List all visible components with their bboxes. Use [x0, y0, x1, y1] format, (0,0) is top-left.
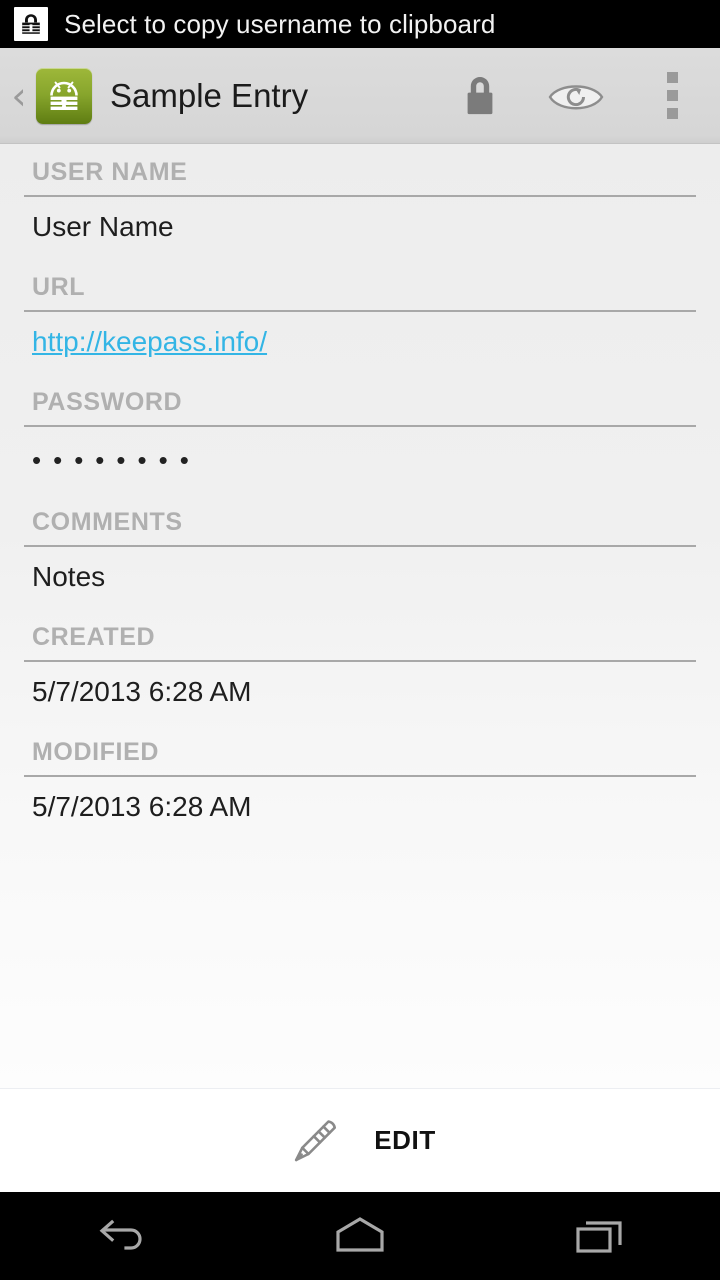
field-value-masked[interactable]: ••••••••	[0, 427, 720, 494]
field-comments[interactable]: COMMENTS Notes	[0, 494, 720, 609]
keepass-lock-icon	[14, 7, 48, 41]
field-username[interactable]: USER NAME User Name	[0, 144, 720, 259]
overflow-menu-button[interactable]	[624, 48, 720, 144]
field-created: CREATED 5/7/2013 6:28 AM	[0, 609, 720, 724]
pencil-icon	[295, 1119, 337, 1161]
status-bar-message: Select to copy username to clipboard	[64, 8, 496, 39]
back-arrow-icon	[99, 1219, 142, 1250]
more-vertical-icon	[666, 72, 678, 119]
field-label: PASSWORD	[32, 388, 183, 416]
keepassdroid-app-icon[interactable]	[36, 67, 92, 124]
toggle-password-button[interactable]	[528, 48, 624, 144]
field-password[interactable]: PASSWORD ••••••••	[0, 374, 720, 494]
status-bar[interactable]: Select to copy username to clipboard	[0, 0, 720, 48]
entry-field-list: USER NAME User Name URL http://keepass.i…	[0, 144, 720, 1088]
field-modified: MODIFIED 5/7/2013 6:28 AM	[0, 724, 720, 839]
back-chevron-icon[interactable]: ‹	[4, 77, 34, 115]
field-label: USER NAME	[32, 158, 188, 186]
field-value[interactable]: User Name	[0, 197, 720, 259]
field-value[interactable]: Notes	[0, 547, 720, 609]
page-title: Sample Entry	[110, 76, 309, 114]
field-label: URL	[32, 273, 86, 301]
field-value: 5/7/2013 6:28 AM	[32, 676, 252, 707]
edit-button-content: EDIT	[284, 1110, 436, 1172]
nav-home-button[interactable]	[240, 1192, 480, 1280]
field-url[interactable]: URL http://keepass.info/	[0, 259, 720, 374]
lock-icon	[467, 76, 493, 114]
field-label: MODIFIED	[32, 738, 160, 766]
eye-reveal-icon	[548, 84, 604, 109]
nav-recents-button[interactable]	[480, 1192, 720, 1280]
edit-button[interactable]: EDIT	[0, 1088, 720, 1192]
nav-back-button[interactable]	[0, 1192, 240, 1280]
navigation-bar	[0, 1192, 720, 1280]
field-label: COMMENTS	[32, 508, 183, 536]
home-icon	[336, 1217, 384, 1252]
field-label: CREATED	[32, 623, 156, 651]
app-screen: Select to copy username to clipboard ‹ S…	[0, 0, 720, 1280]
edit-button-label: EDIT	[374, 1125, 436, 1155]
recents-icon	[576, 1221, 622, 1253]
field-value: 5/7/2013 6:28 AM	[32, 791, 252, 822]
action-bar-actions	[432, 48, 720, 144]
field-value-link[interactable]: http://keepass.info/	[0, 312, 720, 374]
lock-database-button[interactable]	[432, 48, 528, 144]
action-bar: ‹ Sample Entry	[0, 48, 720, 144]
